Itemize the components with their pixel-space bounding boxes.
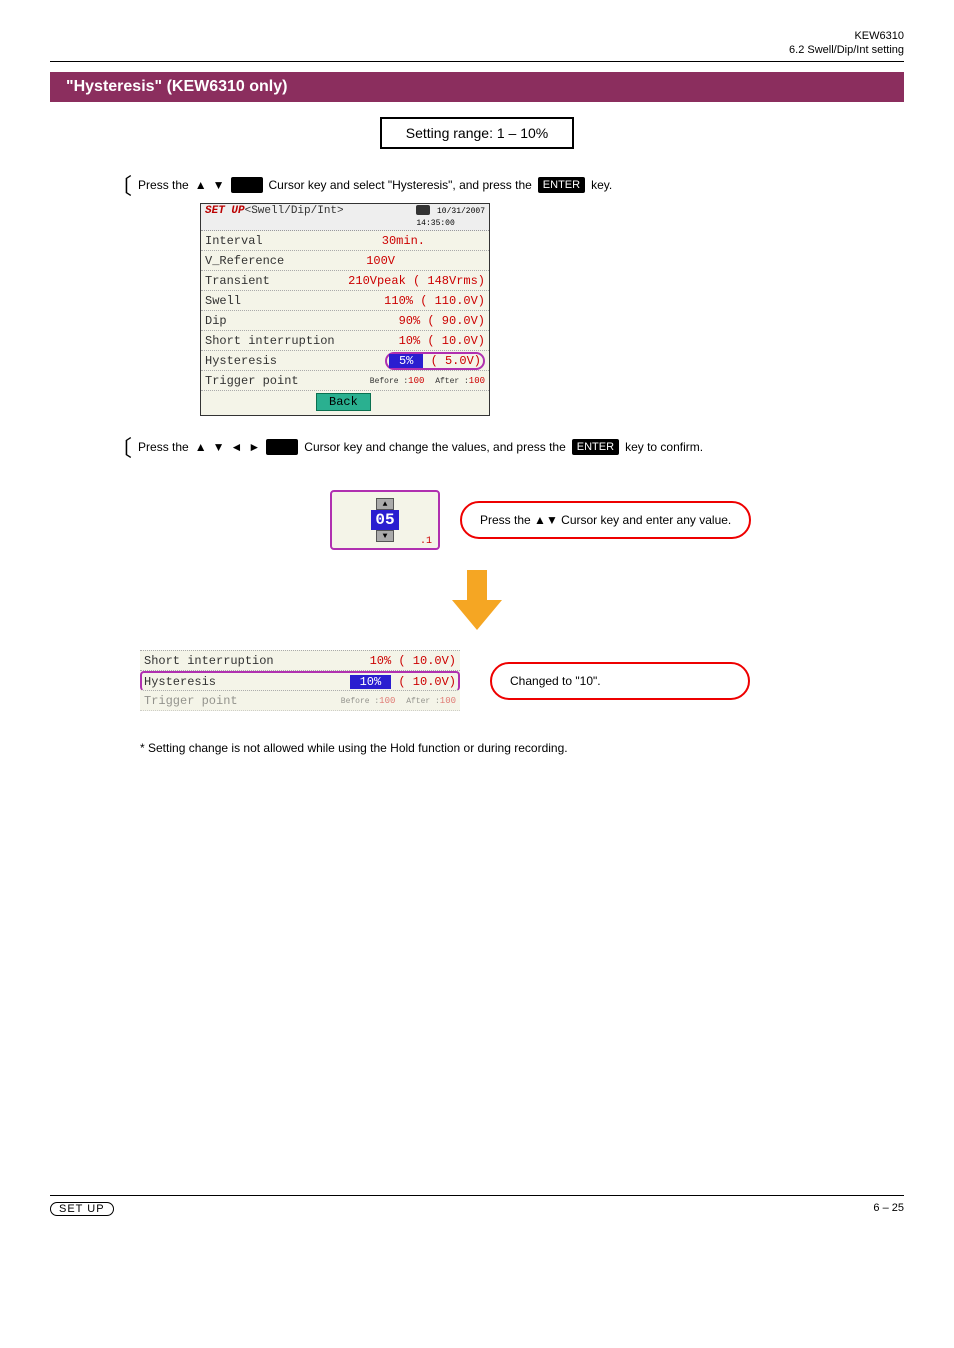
note-text: * Setting change is not allowed while us… bbox=[140, 741, 904, 755]
lcd-header: SET UP<Swell/Dip/Int> 10/31/200714:35:00 bbox=[201, 204, 489, 231]
back-button[interactable]: Back bbox=[316, 393, 371, 411]
highlight-box: 5% ( 5.0V) bbox=[385, 352, 485, 370]
right-arrow-icon bbox=[248, 440, 260, 454]
row-interval: Interval30min. bbox=[201, 231, 489, 251]
page-footer: SET UP 6 – 25 bbox=[50, 1202, 904, 1216]
cursor-key-icon bbox=[231, 177, 263, 193]
digit-callout-row: ▲ 05 ▼ .1 Press the Cursor key and enter… bbox=[330, 490, 904, 550]
cf-card-icon bbox=[416, 205, 430, 215]
digit-suffix: .1 bbox=[420, 536, 432, 547]
lcd-screen-2: Short interruption 10% ( 10.0V) Hysteres… bbox=[140, 650, 460, 711]
up-arrow-icon bbox=[195, 440, 207, 454]
step-1: 〔 Press the Cursor key and select "Hyste… bbox=[110, 169, 904, 201]
callout-1: Press the Cursor key and enter any value… bbox=[460, 501, 751, 539]
up-arrow-icon bbox=[534, 513, 546, 527]
step1-label-3: key. bbox=[591, 178, 612, 192]
digit-value: 05 bbox=[371, 510, 398, 530]
result-row: Short interruption 10% ( 10.0V) Hysteres… bbox=[50, 650, 904, 711]
callout-2: Changed to "10". bbox=[490, 662, 750, 700]
selected-value-2[interactable]: 10% bbox=[350, 675, 392, 689]
step2-label-1: Press the bbox=[138, 440, 189, 454]
row-hysteresis-2: Hysteresis 10% ( 10.0V) bbox=[140, 671, 460, 691]
down-arrow-icon bbox=[546, 513, 558, 527]
setup-pill: SET UP bbox=[50, 1202, 114, 1216]
enter-key-icon[interactable]: ENTER bbox=[538, 177, 585, 193]
spin-up-icon[interactable]: ▲ bbox=[376, 498, 394, 510]
chapter-header: KEW6310 bbox=[50, 30, 904, 42]
back-row: Back bbox=[201, 391, 489, 415]
range-box-wrap: Setting range: 1 – 10% bbox=[50, 117, 904, 149]
bracket-icon: 〔 bbox=[110, 169, 132, 201]
lcd-screen-1: SET UP<Swell/Dip/Int> 10/31/200714:35:00… bbox=[200, 203, 490, 416]
row-swell: Swell110% ( 110.0V) bbox=[201, 291, 489, 311]
page-number: 6 – 25 bbox=[873, 1202, 904, 1216]
row-vref: V_Reference100V bbox=[201, 251, 489, 271]
step-2: 〔 Press the Cursor key and change the va… bbox=[110, 431, 904, 463]
step2-label-3: key to confirm. bbox=[625, 440, 703, 454]
digit-entry[interactable]: ▲ 05 ▼ .1 bbox=[330, 490, 440, 550]
cursor-key-icon bbox=[266, 439, 298, 455]
left-arrow-icon bbox=[231, 440, 243, 454]
top-rule bbox=[50, 61, 904, 62]
down-arrow-graphic bbox=[447, 570, 507, 630]
bottom-rule bbox=[50, 1195, 904, 1196]
lcd-title-a: SET UP bbox=[205, 205, 245, 217]
row-dip: Dip90% ( 90.0V) bbox=[201, 311, 489, 331]
row-shortint-2: Short interruption 10% ( 10.0V) bbox=[140, 651, 460, 671]
enter-key-icon[interactable]: ENTER bbox=[572, 439, 619, 455]
up-arrow-icon bbox=[195, 178, 207, 192]
bracket-icon: 〔 bbox=[110, 431, 132, 463]
selected-value[interactable]: 5% bbox=[389, 354, 423, 368]
step1-label-1: Press the bbox=[138, 178, 189, 192]
row-trigger: Trigger point Before :100 After :100 bbox=[201, 371, 489, 391]
lcd-title-b: <Swell/Dip/Int> bbox=[245, 205, 344, 217]
spin-down-icon[interactable]: ▼ bbox=[376, 530, 394, 542]
step1-label-2: Cursor key and select "Hysteresis", and … bbox=[269, 178, 532, 192]
step2-label-2: Cursor key and change the values, and pr… bbox=[304, 440, 566, 454]
row-transient: Transient210Vpeak ( 148Vrms) bbox=[201, 271, 489, 291]
row-hysteresis: Hysteresis 5% ( 5.0V) bbox=[201, 351, 489, 371]
section-title-bar: "Hysteresis" (KEW6310 only) bbox=[50, 72, 904, 102]
range-box: Setting range: 1 – 10% bbox=[380, 117, 574, 149]
breadcrumb: 6.2 Swell/Dip/Int setting bbox=[50, 44, 904, 56]
row-shortint: Short interruption10% ( 10.0V) bbox=[201, 331, 489, 351]
down-arrow-icon bbox=[213, 178, 225, 192]
row-trigger-2: Trigger point Before :100 After :100 bbox=[140, 691, 460, 711]
down-arrow-icon bbox=[213, 440, 225, 454]
